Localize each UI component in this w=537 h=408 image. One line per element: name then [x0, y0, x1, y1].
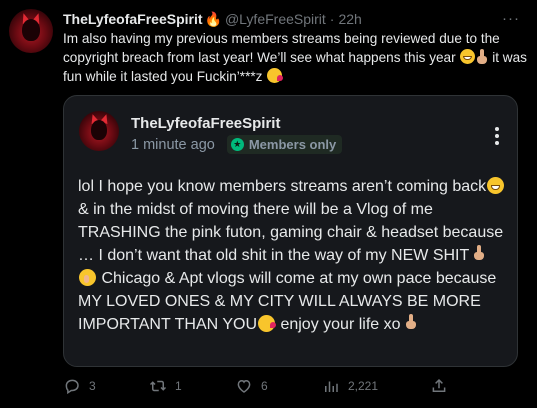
tweet-text: Im also having my previous members strea… — [63, 29, 531, 86]
middle-finger-icon — [405, 314, 417, 332]
quoted-display-name[interactable]: TheLyfeofaFreeSpirit — [131, 115, 280, 132]
quoted-avatar[interactable] — [79, 111, 119, 151]
face-blowing-kiss-icon — [258, 315, 276, 332]
quoted-meta: 1 minute ago ★ Members only — [131, 135, 343, 154]
handle[interactable]: @LyfeFreeSpirit — [225, 11, 326, 27]
views-icon — [325, 381, 338, 392]
members-only-label: Members only — [248, 137, 337, 152]
quoted-text-part-2: & in the midst of moving there will be a… — [78, 201, 504, 264]
display-name[interactable]: TheLyfeofaFreeSpirit — [63, 11, 203, 27]
avatar[interactable] — [9, 9, 53, 53]
more-options-button[interactable]: ··· — [500, 10, 522, 27]
quoted-timestamp: 1 minute ago — [131, 136, 215, 153]
share-button[interactable] — [430, 376, 448, 396]
tweet[interactable]: TheLyfeofaFreeSpirit 🔥 @LyfeFreeSpirit ·… — [0, 0, 537, 408]
avatar-face — [22, 19, 40, 41]
middle-finger-icon — [477, 49, 488, 65]
quoted-text: lol I hope you know members streams aren… — [78, 175, 508, 336]
fire-icon: 🔥 — [204, 11, 222, 27]
quoted-avatar-face — [91, 120, 107, 140]
views-count: 2,221 — [348, 379, 379, 393]
grinning-face-icon — [460, 49, 476, 64]
shushing-face-icon — [79, 269, 96, 286]
quoted-text-part-1: lol I hope you know members streams aren… — [78, 178, 487, 195]
action-bar: 3 1 6 2,221 — [63, 376, 523, 396]
middle-finger-icon — [474, 245, 485, 263]
retweet-icon — [149, 380, 167, 392]
share-icon — [432, 378, 446, 392]
kebab-dot-icon — [495, 134, 499, 138]
retweet-button[interactable]: 1 — [149, 376, 182, 396]
tweet-header: TheLyfeofaFreeSpirit 🔥 @LyfeFreeSpirit ·… — [63, 9, 362, 29]
star-icon: ★ — [230, 138, 244, 151]
grinning-face-icon — [487, 177, 505, 194]
members-only-badge: ★ Members only — [226, 135, 343, 154]
reply-icon — [65, 379, 79, 395]
kebab-dot-icon — [495, 127, 499, 131]
heart-icon — [237, 379, 251, 393]
views-button[interactable]: 2,221 — [322, 376, 378, 396]
separator-dot: · — [329, 11, 335, 27]
like-button[interactable]: 6 — [235, 376, 268, 396]
reply-count: 3 — [89, 379, 96, 393]
face-blowing-kiss-icon — [267, 68, 284, 83]
timestamp[interactable]: 22h — [338, 11, 361, 27]
retweet-count: 1 — [175, 379, 182, 393]
like-count: 6 — [261, 379, 268, 393]
quoted-text-part-4: enjoy your life xo — [276, 316, 405, 333]
kebab-dot-icon — [495, 141, 499, 145]
quoted-more-options-button[interactable] — [494, 126, 500, 146]
reply-button[interactable]: 3 — [63, 376, 96, 396]
quoted-tweet-card[interactable]: TheLyfeofaFreeSpirit 1 minute ago ★ Memb… — [63, 95, 518, 367]
tweet-text-part-1: Im also having my previous members strea… — [63, 31, 500, 65]
